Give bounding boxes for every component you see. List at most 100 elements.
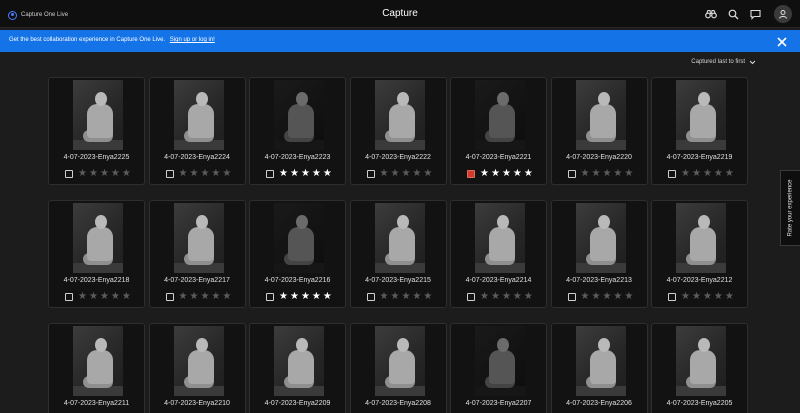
star-icon[interactable]: ★ — [301, 169, 310, 179]
star-icon[interactable]: ★ — [111, 292, 120, 302]
photo-thumbnail[interactable] — [173, 326, 224, 396]
star-icon[interactable]: ★ — [189, 169, 198, 179]
search-icon[interactable] — [726, 7, 740, 21]
photo-card[interactable]: 4-07-2023-Enya2223 ★ ★ ★ ★ ★ — [249, 77, 346, 185]
photo-card[interactable]: 4-07-2023-Enya2216 ★ ★ ★ ★ ★ — [249, 200, 346, 308]
star-icon[interactable]: ★ — [312, 169, 321, 179]
photo-card[interactable]: 4-07-2023-Enya2217 ★ ★ ★ ★ ★ — [148, 200, 246, 308]
star-icon[interactable]: ★ — [122, 169, 131, 179]
star-icon[interactable]: ★ — [581, 292, 590, 302]
star-icon[interactable]: ★ — [78, 292, 87, 302]
star-icon[interactable]: ★ — [491, 169, 500, 179]
star-icon[interactable]: ★ — [323, 169, 332, 179]
select-checkbox[interactable] — [266, 293, 274, 301]
star-icon[interactable]: ★ — [412, 292, 421, 302]
photo-card[interactable]: 4-07-2023-Enya2211★★★★★ — [48, 323, 145, 413]
star-icon[interactable]: ★ — [200, 292, 209, 302]
star-icon[interactable]: ★ — [703, 169, 712, 179]
star-icon[interactable]: ★ — [480, 292, 489, 302]
photo-thumbnail[interactable] — [575, 203, 626, 273]
star-icon[interactable]: ★ — [179, 292, 188, 302]
photo-card[interactable]: 4-07-2023-Enya2225 ★ ★ ★ ★ ★ — [48, 77, 145, 185]
star-icon[interactable]: ★ — [591, 169, 600, 179]
star-icon[interactable]: ★ — [78, 169, 87, 179]
photo-card[interactable]: 4-07-2023-Enya2209★★★★★ — [249, 323, 346, 413]
star-icon[interactable]: ★ — [122, 292, 131, 302]
star-icon[interactable]: ★ — [89, 169, 98, 179]
star-icon[interactable]: ★ — [692, 169, 701, 179]
avatar[interactable] — [774, 5, 792, 23]
photo-card[interactable]: 4-07-2023-Enya2219 ★ ★ ★ ★ ★ — [651, 77, 748, 185]
star-icon[interactable]: ★ — [423, 169, 432, 179]
star-icon[interactable]: ★ — [725, 169, 734, 179]
photo-thumbnail[interactable] — [173, 80, 224, 150]
star-icon[interactable]: ★ — [390, 292, 399, 302]
binoculars-icon[interactable] — [704, 7, 718, 21]
photo-thumbnail[interactable] — [475, 326, 525, 396]
photo-card[interactable]: 4-07-2023-Enya2213 ★ ★ ★ ★ ★ — [550, 200, 648, 308]
star-icon[interactable]: ★ — [681, 292, 690, 302]
select-checkbox[interactable] — [567, 170, 576, 178]
sort-dropdown[interactable]: Captured last to first — [691, 59, 756, 65]
select-checkbox[interactable] — [366, 293, 375, 301]
photo-thumbnail[interactable] — [475, 203, 525, 273]
star-icon[interactable]: ★ — [211, 169, 220, 179]
photo-thumbnail[interactable] — [676, 80, 726, 150]
star-icon[interactable]: ★ — [591, 292, 600, 302]
photo-thumbnail[interactable] — [274, 326, 324, 396]
photo-thumbnail[interactable] — [575, 80, 626, 150]
star-icon[interactable]: ★ — [513, 292, 522, 302]
photo-thumbnail[interactable] — [374, 80, 425, 150]
photo-thumbnail[interactable] — [274, 203, 324, 273]
select-checkbox[interactable] — [467, 170, 475, 178]
star-icon[interactable]: ★ — [624, 169, 633, 179]
photo-card[interactable]: 4-07-2023-Enya2222 ★ ★ ★ ★ ★ — [349, 77, 447, 185]
star-icon[interactable]: ★ — [222, 169, 231, 179]
select-checkbox[interactable] — [65, 293, 73, 301]
star-icon[interactable]: ★ — [390, 169, 399, 179]
photo-card[interactable]: 4-07-2023-Enya2212 ★ ★ ★ ★ ★ — [651, 200, 748, 308]
photo-thumbnail[interactable] — [374, 326, 425, 396]
rate-experience-tab[interactable]: Rate your experience — [780, 170, 800, 246]
close-icon[interactable] — [776, 35, 788, 47]
star-icon[interactable]: ★ — [613, 169, 622, 179]
photo-thumbnail[interactable] — [73, 326, 123, 396]
star-icon[interactable]: ★ — [189, 292, 198, 302]
star-icon[interactable]: ★ — [602, 292, 611, 302]
star-icon[interactable]: ★ — [111, 169, 120, 179]
star-icon[interactable]: ★ — [100, 292, 109, 302]
star-icon[interactable]: ★ — [624, 292, 633, 302]
select-checkbox[interactable] — [165, 293, 174, 301]
star-icon[interactable]: ★ — [323, 292, 332, 302]
star-icon[interactable]: ★ — [725, 292, 734, 302]
star-icon[interactable]: ★ — [703, 292, 712, 302]
photo-card[interactable]: 4-07-2023-Enya2210★★★★★ — [148, 323, 246, 413]
star-icon[interactable]: ★ — [480, 169, 489, 179]
photo-thumbnail[interactable] — [73, 80, 123, 150]
select-checkbox[interactable] — [668, 170, 676, 178]
photo-card[interactable]: 4-07-2023-Enya2220 ★ ★ ★ ★ ★ — [550, 77, 648, 185]
star-icon[interactable]: ★ — [380, 292, 389, 302]
star-icon[interactable]: ★ — [200, 169, 209, 179]
signup-link[interactable]: Sign up or log in! — [170, 37, 215, 43]
star-icon[interactable]: ★ — [412, 169, 421, 179]
star-icon[interactable]: ★ — [602, 169, 611, 179]
star-icon[interactable]: ★ — [681, 169, 690, 179]
star-icon[interactable]: ★ — [279, 292, 288, 302]
photo-card[interactable]: 4-07-2023-Enya2221 ★ ★ ★ ★ ★ — [450, 77, 547, 185]
photo-thumbnail[interactable] — [173, 203, 224, 273]
photo-thumbnail[interactable] — [475, 80, 525, 150]
photo-thumbnail[interactable] — [274, 80, 324, 150]
chat-icon[interactable] — [748, 7, 762, 21]
star-icon[interactable]: ★ — [380, 169, 389, 179]
star-icon[interactable]: ★ — [279, 169, 288, 179]
star-icon[interactable]: ★ — [581, 169, 590, 179]
star-icon[interactable]: ★ — [222, 292, 231, 302]
star-icon[interactable]: ★ — [89, 292, 98, 302]
photo-thumbnail[interactable] — [374, 203, 425, 273]
select-checkbox[interactable] — [165, 170, 174, 178]
select-checkbox[interactable] — [567, 293, 576, 301]
star-icon[interactable]: ★ — [211, 292, 220, 302]
star-icon[interactable]: ★ — [513, 169, 522, 179]
star-icon[interactable]: ★ — [524, 292, 533, 302]
